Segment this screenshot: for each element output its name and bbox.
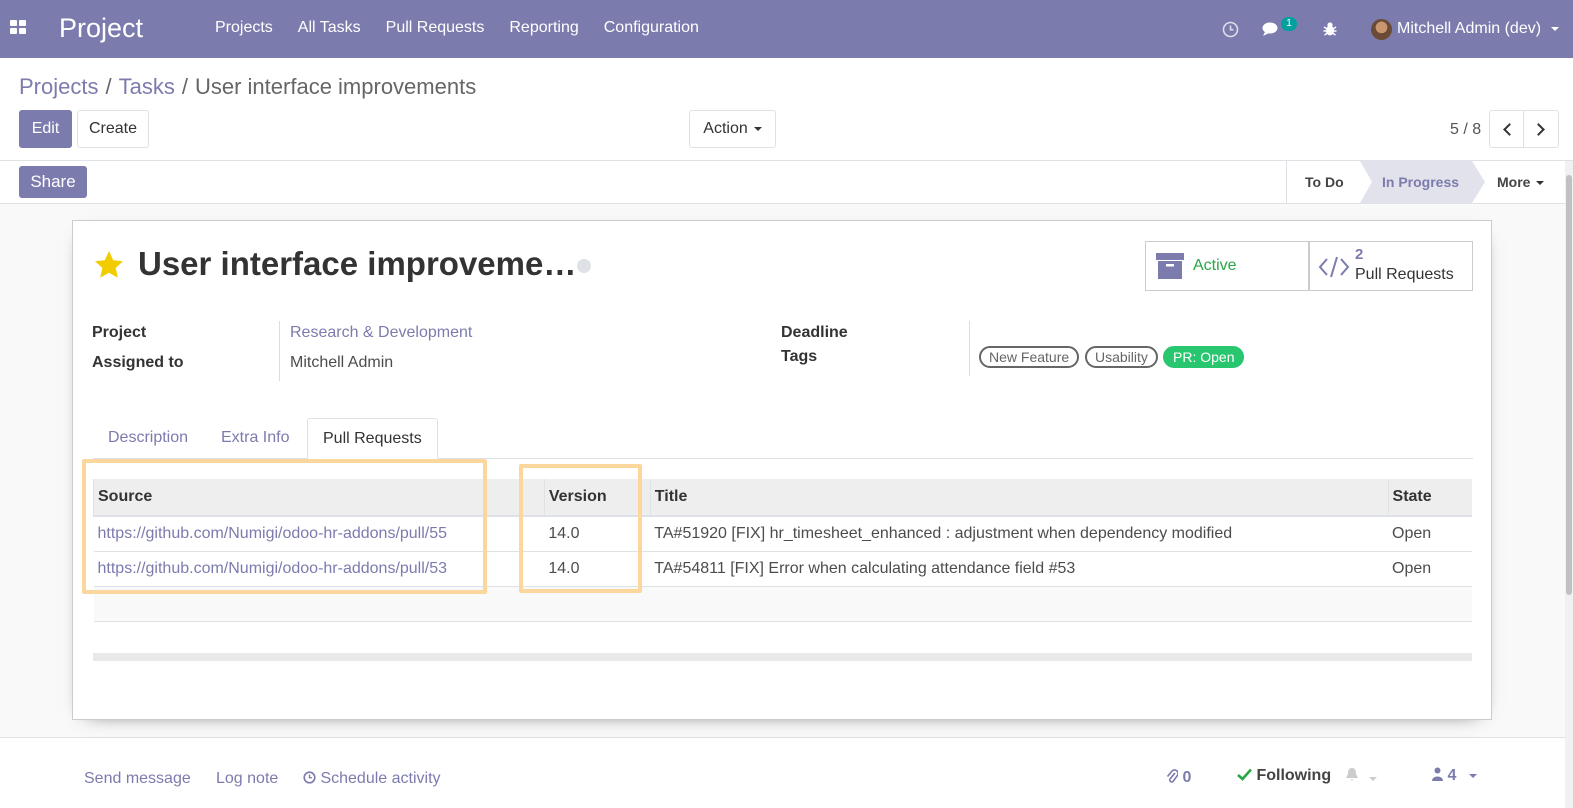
user-menu[interactable]: Mitchell Admin (dev) [1371, 0, 1560, 58]
menu-configuration[interactable]: Configuration [604, 19, 699, 37]
chevron-down-icon [753, 126, 762, 131]
clock-icon[interactable] [1222, 0, 1239, 58]
comments-icon[interactable] [1262, 0, 1282, 58]
following-button[interactable]: Following [1237, 767, 1331, 785]
breadcrumb: Projects / Tasks / User interface improvemen… [19, 74, 476, 100]
deadline-label: Deadline [781, 324, 848, 341]
menu-projects[interactable]: Projects [215, 19, 273, 37]
pr-title: TA#54811 [FIX] Error when calculating at… [650, 551, 1389, 587]
send-message-button[interactable]: Send message [84, 770, 191, 788]
following-label: Following [1256, 767, 1332, 784]
chevron-down-icon [1468, 773, 1477, 778]
scrollbar-thumb[interactable] [1566, 175, 1572, 595]
pager-value: 5 / 8 [1450, 121, 1482, 138]
log-note-button[interactable]: Log note [216, 770, 278, 788]
column-title[interactable]: Title [649, 479, 1389, 517]
tag-usability[interactable]: Usability [1085, 346, 1158, 368]
form-statusbar: Share To Do In Progress More [0, 161, 1573, 204]
stage-todo[interactable]: To Do [1305, 161, 1344, 203]
schedule-activity-button[interactable]: Schedule activity [303, 770, 441, 788]
user-name: Mitchell Admin (dev) [1397, 20, 1542, 37]
pr-label: Pull Requests [1355, 266, 1454, 283]
version-column-highlight [519, 464, 642, 593]
breadcrumb-projects[interactable]: Projects [19, 74, 98, 99]
tag-pr-open[interactable]: PR: Open [1163, 346, 1245, 368]
project-label: Project [92, 324, 147, 341]
messages-count-badge: 1 [1281, 17, 1297, 31]
share-button[interactable]: Share [19, 166, 87, 198]
avatar [1371, 18, 1392, 40]
bug-icon[interactable] [1322, 0, 1338, 58]
pr-title: TA#51920 [FIX] hr_timesheet_enhanced : a… [650, 516, 1389, 552]
notebook-tabs: Description Extra Info Pull Requests [93, 418, 1473, 459]
app-title[interactable]: Project [59, 13, 143, 44]
action-dropdown[interactable]: Action [689, 110, 776, 148]
attachments-count: 0 [1182, 769, 1192, 786]
stage-in-progress-label: In Progress [1382, 174, 1460, 190]
notifications-dropdown[interactable] [1345, 767, 1378, 788]
kanban-state-dot[interactable] [577, 259, 591, 273]
tags-label: Tags [781, 348, 818, 365]
chatter: Send message Log note Schedule activity … [0, 737, 1565, 808]
top-navbar: Project Projects All Tasks Pull Requests… [0, 0, 1573, 58]
apps-menu-icon[interactable] [10, 20, 27, 35]
column-state[interactable]: State [1387, 479, 1472, 517]
bell-icon [1346, 768, 1358, 781]
pr-state: Open [1388, 551, 1472, 587]
project-link[interactable]: Research & Development [290, 324, 472, 342]
stage-in-progress[interactable]: In Progress [1360, 161, 1485, 203]
more-label: More [1497, 174, 1531, 190]
menu-reporting[interactable]: Reporting [509, 19, 578, 37]
tag-new-feature[interactable]: New Feature [979, 346, 1080, 368]
chevron-down-icon [1536, 181, 1545, 186]
user-icon [1432, 767, 1443, 781]
chevron-down-icon [1369, 776, 1378, 781]
chevron-down-icon [1551, 27, 1560, 31]
followers-button[interactable]: 4 [1432, 767, 1477, 785]
attachments-button[interactable]: 0 [1166, 768, 1191, 787]
active-toggle-button[interactable]: Active [1145, 241, 1309, 291]
clock-icon [303, 771, 316, 784]
assigned-to-value: Mitchell Admin [290, 354, 394, 371]
code-icon [1318, 256, 1350, 278]
main-menu: Projects All Tasks Pull Requests Reporti… [215, 19, 724, 37]
archive-icon [1156, 253, 1184, 279]
chevron-right-icon [1532, 123, 1545, 136]
action-label: Action [703, 120, 748, 137]
star-priority-icon[interactable] [93, 249, 125, 281]
followers-count: 4 [1447, 767, 1457, 784]
source-column-highlight [82, 459, 487, 594]
more-stages-dropdown[interactable]: More [1497, 161, 1545, 203]
active-label: Active [1193, 257, 1237, 274]
table-footer [93, 653, 1472, 661]
create-button[interactable]: Create [77, 110, 149, 148]
paperclip-icon [1166, 769, 1179, 783]
breadcrumb-current: User interface improvements [194, 74, 477, 99]
menu-all-tasks[interactable]: All Tasks [298, 19, 361, 37]
menu-pull-requests[interactable]: Pull Requests [386, 19, 485, 37]
breadcrumb-tasks[interactable]: Tasks [119, 74, 175, 99]
assigned-to-label: Assigned to [92, 354, 184, 371]
check-icon [1237, 768, 1252, 781]
schedule-activity-label: Schedule activity [320, 770, 441, 787]
breadcrumb-separator: / [181, 74, 188, 99]
pull-requests-smart-button[interactable]: 2 Pull Requests [1309, 241, 1473, 291]
tab-pull-requests[interactable]: Pull Requests [307, 418, 438, 459]
pager-previous-button[interactable] [1489, 110, 1525, 148]
chevron-left-icon [1503, 123, 1516, 136]
breadcrumb-separator: / [105, 74, 112, 99]
control-panel: Projects / Tasks / User interface improvemen… [0, 58, 1573, 161]
tab-extra-info[interactable]: Extra Info [206, 418, 304, 459]
task-title: User interface improveme… [138, 245, 577, 282]
pr-state: Open [1388, 516, 1472, 552]
pr-count: 2 [1355, 246, 1364, 263]
pager-next-button[interactable] [1523, 110, 1559, 148]
tab-description[interactable]: Description [93, 418, 203, 459]
edit-button[interactable]: Edit [19, 110, 72, 148]
